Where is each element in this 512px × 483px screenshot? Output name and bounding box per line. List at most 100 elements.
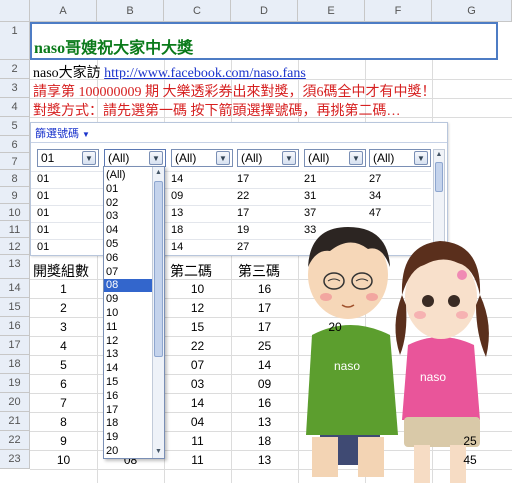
row-header-7[interactable]: 7 (0, 153, 30, 170)
column-header-f[interactable]: F (365, 0, 432, 22)
dropdown-option[interactable]: 03 (104, 210, 152, 223)
filter-select-5[interactable]: (All) ▼ (304, 149, 366, 167)
dropdown-option[interactable]: (All) (104, 169, 152, 182)
table-cell[interactable]: 15 (164, 320, 231, 334)
column-header-a[interactable]: A (30, 0, 97, 22)
row-header-3[interactable]: 3 (0, 79, 30, 98)
table-cell[interactable]: 13 (231, 453, 298, 467)
table-cell[interactable]: 9 (30, 434, 97, 448)
dropdown-option[interactable]: 09 (104, 293, 152, 306)
row-header-14[interactable]: 14 (0, 279, 30, 298)
instruction-cell[interactable]: 請享第 100000009 期 大樂透彩券出來對獎，須6碼全中才有中獎！ (33, 81, 503, 98)
table-cell[interactable]: 45 (445, 453, 495, 467)
dropdown-option[interactable]: 01 (104, 183, 152, 196)
table-cell[interactable]: 10 (164, 282, 231, 296)
dropdown-option[interactable]: 10 (104, 307, 152, 320)
scroll-up-icon[interactable]: ▲ (434, 150, 444, 160)
dropdown-option[interactable]: 13 (104, 348, 152, 361)
table-cell[interactable]: 25 (445, 434, 495, 448)
column-header-g[interactable]: G (432, 0, 512, 22)
row-header-2[interactable]: 2 (0, 60, 30, 79)
row-header-4[interactable]: 4 (0, 98, 30, 117)
table-cell[interactable]: 22 (164, 339, 231, 353)
row-header-13[interactable]: 13 (0, 255, 30, 279)
filter-select-3[interactable]: (All) ▼ (171, 149, 233, 167)
title-cell[interactable]: naso哥嫂祝大家中大獎 (30, 22, 498, 60)
table-cell[interactable]: 17 (231, 301, 298, 315)
dropdown-arrow-icon[interactable]: ▼ (282, 151, 296, 165)
scroll-thumb[interactable] (154, 181, 163, 357)
table-cell[interactable]: 04 (164, 415, 231, 429)
filter-select-2[interactable]: (All) ▼ (104, 149, 166, 167)
dropdown-option[interactable]: 16 (104, 390, 152, 403)
table-cell[interactable]: 5 (30, 358, 97, 372)
row-header-21[interactable]: 21 (0, 412, 30, 431)
corner-cell[interactable] (0, 0, 30, 22)
header-third-number[interactable]: 第三碼 (238, 261, 298, 279)
dropdown-option[interactable]: 02 (104, 197, 152, 210)
dropdown-option[interactable]: 19 (104, 431, 152, 444)
table-cell[interactable]: 11 (164, 453, 231, 467)
filter-title[interactable]: 篩選號碼 ▼ (35, 125, 90, 141)
table-cell[interactable]: 7 (30, 396, 97, 410)
table-cell[interactable]: 18 (231, 434, 298, 448)
table-cell[interactable]: 2 (30, 301, 97, 315)
row-header-20[interactable]: 20 (0, 393, 30, 412)
header-draw-groups[interactable]: 開獎組數 (33, 261, 97, 279)
table-cell[interactable]: 14 (231, 358, 298, 372)
scroll-thumb[interactable] (435, 162, 443, 192)
facebook-line-cell[interactable]: naso大家訪 http://www.facebook.com/naso.fan… (33, 62, 503, 79)
row-header-23[interactable]: 23 (0, 450, 30, 469)
table-cell[interactable]: 17 (231, 320, 298, 334)
row-header-16[interactable]: 16 (0, 317, 30, 336)
row-header-18[interactable]: 18 (0, 355, 30, 374)
table-cell[interactable]: 12 (164, 301, 231, 315)
dropdown-option[interactable]: 15 (104, 376, 152, 389)
row-header-8[interactable]: 8 (0, 170, 30, 187)
header-second-number[interactable]: 第二碼 (170, 261, 230, 279)
row-header-11[interactable]: 11 (0, 221, 30, 238)
table-cell[interactable]: 03 (164, 377, 231, 391)
filter-menu-caret-icon[interactable]: ▼ (82, 130, 90, 139)
table-cell[interactable]: 13 (231, 415, 298, 429)
filter-select-4[interactable]: (All) ▼ (237, 149, 299, 167)
dropdown-option[interactable]: 18 (104, 417, 152, 430)
dropdown-option[interactable]: 07 (104, 266, 152, 279)
dropdown-option[interactable]: 08 (104, 279, 152, 293)
table-cell[interactable]: 3 (30, 320, 97, 334)
row-header-19[interactable]: 19 (0, 374, 30, 393)
table-cell[interactable]: 25 (231, 339, 298, 353)
dropdown-option[interactable]: 20 (104, 445, 152, 458)
table-cell[interactable]: 14 (164, 396, 231, 410)
table-cell[interactable]: 20 (310, 320, 360, 334)
dropdown-option[interactable]: 04 (104, 224, 152, 237)
table-cell[interactable]: 09 (231, 377, 298, 391)
dropdown-arrow-icon[interactable]: ▼ (82, 151, 96, 165)
dropdown-arrow-icon[interactable]: ▼ (414, 151, 428, 165)
row-header-1[interactable]: 1 (0, 22, 30, 60)
row-header-5[interactable]: 5 (0, 117, 30, 136)
table-cell[interactable]: 10 (30, 453, 97, 467)
dropdown-arrow-icon[interactable]: ▼ (349, 151, 363, 165)
table-cell[interactable]: 1 (30, 282, 97, 296)
column-header-c[interactable]: C (164, 0, 231, 22)
row-header-22[interactable]: 22 (0, 431, 30, 450)
dropdown-arrow-icon[interactable]: ▼ (149, 151, 163, 165)
table-cell[interactable]: 11 (164, 434, 231, 448)
row-header-9[interactable]: 9 (0, 187, 30, 204)
table-cell[interactable]: 8 (30, 415, 97, 429)
filter-select-1[interactable]: 01 ▼ (37, 149, 99, 167)
number-dropdown-list[interactable]: (All) 01 02 03 04 05 06 07 08 09 10 11 12 13 14 15 16 17 1… (103, 166, 165, 459)
dropdown-option[interactable]: 11 (104, 321, 152, 334)
table-cell[interactable]: 16 (231, 396, 298, 410)
table-cell[interactable]: 4 (30, 339, 97, 353)
row-header-17[interactable]: 17 (0, 336, 30, 355)
table-cell[interactable]: 16 (231, 282, 298, 296)
dropdown-option[interactable]: 06 (104, 252, 152, 265)
dropdown-option[interactable]: 12 (104, 335, 152, 348)
table-cell[interactable]: 07 (164, 358, 231, 372)
row-header-10[interactable]: 10 (0, 204, 30, 221)
dropdown-option[interactable]: 14 (104, 362, 152, 375)
dropdown-option[interactable]: 05 (104, 238, 152, 251)
row-header-12[interactable]: 12 (0, 238, 30, 255)
